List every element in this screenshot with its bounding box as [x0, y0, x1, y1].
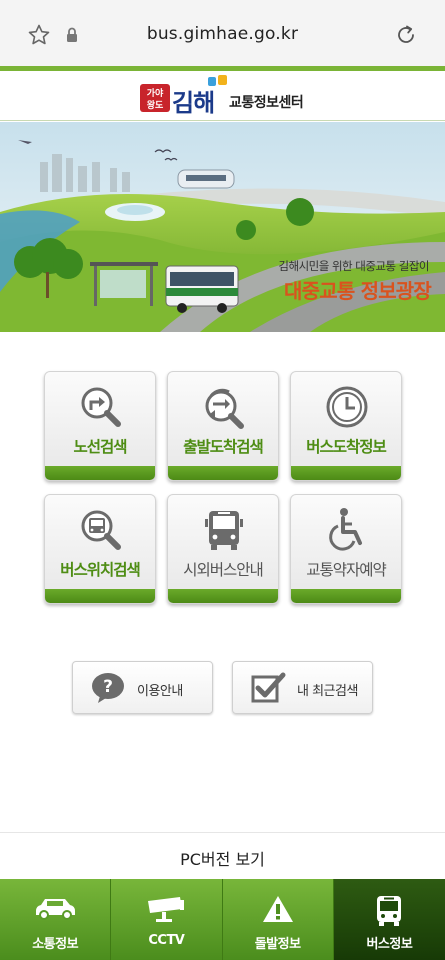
tab-traffic-info-label: 소통정보 [32, 937, 79, 952]
recent-search-button[interactable]: 내 최근검색 [232, 661, 373, 714]
clock-icon [326, 386, 368, 428]
banner-title: 대중교통 정보광장 [284, 279, 432, 303]
logo-name: 김해 [172, 88, 215, 117]
checkbox-icon [251, 672, 286, 703]
tab-incident-info[interactable]: 돌발정보 [222, 879, 334, 960]
logo-decoration-icon [208, 75, 227, 86]
usage-guide-label: 이용안내 [137, 684, 183, 699]
departure-arrival-search-icon [205, 388, 244, 429]
svg-text:가야: 가야 [147, 87, 164, 99]
intercity-bus-info-button[interactable]: 시외버스안내 [167, 494, 279, 604]
route-search-button[interactable]: 노선검색 [44, 371, 156, 481]
tab-incident-info-label: 돌발정보 [254, 937, 301, 952]
cctv-icon [148, 897, 185, 922]
question-icon: ? [92, 673, 124, 703]
browser-address-bar: bus.gimhae.go.kr [0, 0, 445, 66]
intercity-bus-info-label: 시외버스안내 [183, 561, 264, 579]
intercity-bus-icon [205, 511, 243, 550]
route-search-icon [81, 387, 121, 427]
tab-cctv-label: CCTV [148, 933, 185, 948]
usage-guide-button[interactable]: ? 이용안내 [72, 661, 213, 714]
logo-subtitle: 교통정보센터 [229, 95, 304, 111]
warning-icon [262, 896, 293, 922]
car-icon [36, 899, 76, 920]
banner-subtitle: 김해시민을 위한 대중교통 길잡이 [278, 259, 429, 273]
bus-location-search-icon [81, 510, 121, 550]
wheelchair-icon [329, 508, 362, 551]
bus-location-search-button[interactable]: 버스위치검색 [44, 494, 156, 604]
page: bus.gimhae.go.kr 가야 왕도 김해 교통정보센터 김해시민을 위… [0, 0, 445, 960]
tab-traffic-info[interactable]: 소통정보 [0, 879, 112, 960]
bus-icon [377, 896, 402, 926]
tab-cctv[interactable]: CCTV [111, 879, 223, 960]
tab-bus-info-label: 버스정보 [366, 937, 413, 952]
svg-text:?: ? [103, 677, 113, 697]
transport-vulnerable-reservation-label: 교통약자예약 [306, 561, 387, 579]
bus-arrival-info-label: 버스도착정보 [306, 438, 387, 456]
departure-arrival-search-label: 출발도착검색 [183, 438, 264, 456]
recent-search-label: 내 최근검색 [297, 684, 358, 699]
route-search-label: 노선검색 [73, 438, 127, 456]
pc-version-link[interactable]: PC버전 보기 [0, 832, 445, 879]
bus-arrival-info-button[interactable]: 버스도착정보 [290, 371, 402, 481]
gaya-wangdo-logo[interactable]: 가야 왕도 [140, 84, 170, 112]
tab-bus-info[interactable]: 버스정보 [333, 879, 445, 960]
bus-location-search-label: 버스위치검색 [60, 561, 141, 579]
transport-vulnerable-reservation-button[interactable]: 교통약자예약 [290, 494, 402, 604]
reload-icon[interactable] [394, 23, 418, 47]
url-text[interactable]: bus.gimhae.go.kr [0, 24, 445, 44]
departure-arrival-search-button[interactable]: 출발도착검색 [167, 371, 279, 481]
svg-text:왕도: 왕도 [147, 99, 164, 111]
bottom-tab-bar: 소통정보 CCTV 돌발정보 버스정보 [0, 879, 445, 960]
